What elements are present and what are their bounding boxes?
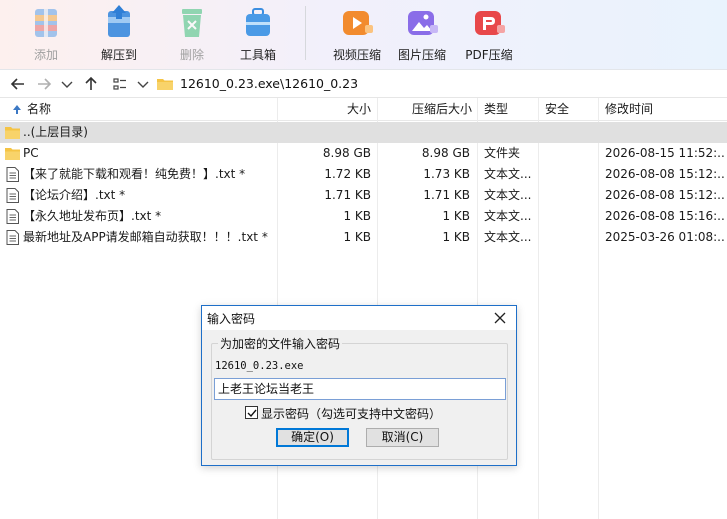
file-modified: 2025-03-26 01:08:... [605, 230, 725, 244]
password-input[interactable]: 上老王论坛当老王 [214, 378, 506, 400]
checkmark-icon [247, 409, 257, 418]
file-type: 文本文... [484, 188, 532, 202]
column-modified[interactable]: 修改时间 [605, 98, 653, 121]
archive-add-icon [35, 9, 57, 37]
toolbar-divider [305, 6, 306, 60]
file-name: 【永久地址发布页】.txt * [23, 209, 162, 223]
video-compress-button[interactable]: 视频压缩 [327, 0, 387, 70]
file-row[interactable]: 【论坛介绍】.txt * 1.71 KB 1.71 KB 文本文... 2026-08-… [0, 185, 727, 206]
text-file-icon [6, 188, 19, 203]
file-size: 1.72 KB [324, 167, 371, 181]
show-password-label[interactable]: 显示密码（勾选可支持中文密码） [261, 405, 441, 422]
back-arrow-icon[interactable] [9, 75, 27, 93]
file-size [280, 122, 371, 143]
video-icon [343, 11, 373, 35]
file-size: 1.71 KB [324, 188, 371, 202]
file-modified: 2026-08-08 15:12:... [605, 188, 725, 202]
address-bar: 12610_0.23.exe\12610_0.23 [0, 70, 727, 98]
file-packed-size: 1 KB [442, 209, 470, 223]
tools-label: 工具箱 [239, 48, 276, 62]
file-type: 文本文... [484, 230, 532, 244]
sort-ascending-icon [13, 105, 21, 114]
column-security[interactable]: 安全 [545, 98, 569, 121]
password-dialog: 输入密码 为加密的文件输入密码 12610_0.23.exe 上老王论坛当老王 … [201, 305, 517, 466]
extract-button[interactable]: 解压到 [89, 0, 149, 70]
file-packed-size [378, 122, 470, 143]
file-row[interactable]: 【来了就能下载和观看！纯免费！】.txt * 1.72 KB 1.73 KB 文本文.… [0, 164, 727, 185]
image-compress-label: 图片压缩 [397, 48, 446, 62]
forward-arrow-icon[interactable] [35, 75, 53, 93]
file-packed-size: 1.73 KB [423, 167, 470, 181]
column-size[interactable]: 大小 [280, 98, 371, 121]
column-type[interactable]: 类型 [484, 98, 508, 121]
file-row[interactable]: 【永久地址发布页】.txt * 1 KB 1 KB 文本文... 2026-08-08 … [0, 206, 727, 227]
column-name[interactable]: 名称 [27, 98, 51, 121]
ok-button[interactable]: 确定(O) [276, 428, 349, 447]
add-button[interactable]: 添加 [16, 0, 76, 70]
trash-icon [182, 9, 202, 37]
pdf-icon [475, 11, 505, 35]
close-icon[interactable] [492, 310, 508, 326]
delete-label: 删除 [179, 48, 204, 62]
file-type [484, 122, 536, 143]
tools-button[interactable]: 工具箱 [228, 0, 288, 70]
parent-directory-row[interactable]: ..(上层目录) [0, 122, 727, 143]
file-type: 文件夹 [484, 146, 521, 160]
extract-icon [108, 5, 130, 37]
file-name: 【论坛介绍】.txt * [23, 188, 126, 202]
file-type: 文本文... [484, 167, 532, 181]
history-dropdown-icon[interactable] [58, 75, 76, 93]
password-group-label: 为加密的文件输入密码 [218, 335, 343, 352]
file-name: 【来了就能下载和观看！纯免费！】.txt * [23, 167, 246, 181]
folder-icon [157, 79, 173, 90]
file-modified: 2026-08-15 11:52:... [605, 146, 725, 160]
cancel-button[interactable]: 取消(C) [366, 428, 439, 447]
file-name: 最新地址及APP请发邮箱自动获取！！！.txt * [23, 230, 268, 244]
folder-up-icon [5, 127, 20, 139]
file-type: 文本文... [484, 209, 532, 223]
show-password-checkbox[interactable] [245, 406, 258, 419]
view-dropdown-icon[interactable] [134, 75, 152, 93]
file-size: 1 KB [343, 209, 371, 223]
file-size: 8.98 GB [322, 146, 371, 160]
file-packed-size: 8.98 GB [421, 146, 470, 160]
add-label: 添加 [33, 48, 58, 62]
up-arrow-icon[interactable] [82, 75, 100, 93]
column-header: 名称 大小 压缩后大小 类型 安全 修改时间 [0, 98, 727, 121]
dialog-title: 输入密码 [207, 312, 256, 326]
delete-button[interactable]: 删除 [162, 0, 222, 70]
file-name: PC [23, 146, 39, 160]
dialog-titlebar: 输入密码 [202, 306, 516, 330]
pdf-compress-button[interactable]: PDF压缩 [459, 0, 519, 70]
view-mode-icon[interactable] [111, 75, 129, 93]
address-path[interactable]: 12610_0.23.exe\12610_0.23 [180, 76, 358, 91]
image-compress-button[interactable]: 图片压缩 [392, 0, 452, 70]
file-name: ..(上层目录) [23, 125, 88, 139]
file-row[interactable]: 最新地址及APP请发邮箱自动获取！！！.txt * 1 KB 1 KB 文本文... 2… [0, 227, 727, 248]
file-modified [605, 122, 725, 143]
file-modified: 2026-08-08 15:12:... [605, 167, 725, 181]
text-file-icon [6, 167, 19, 182]
toolbox-icon [246, 8, 270, 36]
file-row[interactable]: PC 8.98 GB 8.98 GB 文件夹 2026-08-15 11:52:... [0, 143, 727, 164]
video-compress-label: 视频压缩 [332, 48, 381, 62]
text-file-icon [6, 230, 19, 245]
file-size: 1 KB [343, 230, 371, 244]
file-modified: 2026-08-08 15:16:... [605, 209, 725, 223]
toolbar: 添加 解压到 删除 工具箱 视频压缩 图片压缩 PDF压缩 [0, 0, 727, 70]
file-packed-size: 1.71 KB [423, 188, 470, 202]
extract-label: 解压到 [100, 48, 137, 62]
archive-filename: 12610_0.23.exe [215, 360, 304, 372]
pdf-compress-label: PDF压缩 [465, 48, 513, 62]
column-packed-size[interactable]: 压缩后大小 [378, 98, 472, 121]
folder-icon [5, 148, 20, 160]
file-packed-size: 1 KB [442, 230, 470, 244]
image-icon [408, 11, 438, 35]
text-file-icon [6, 209, 19, 224]
